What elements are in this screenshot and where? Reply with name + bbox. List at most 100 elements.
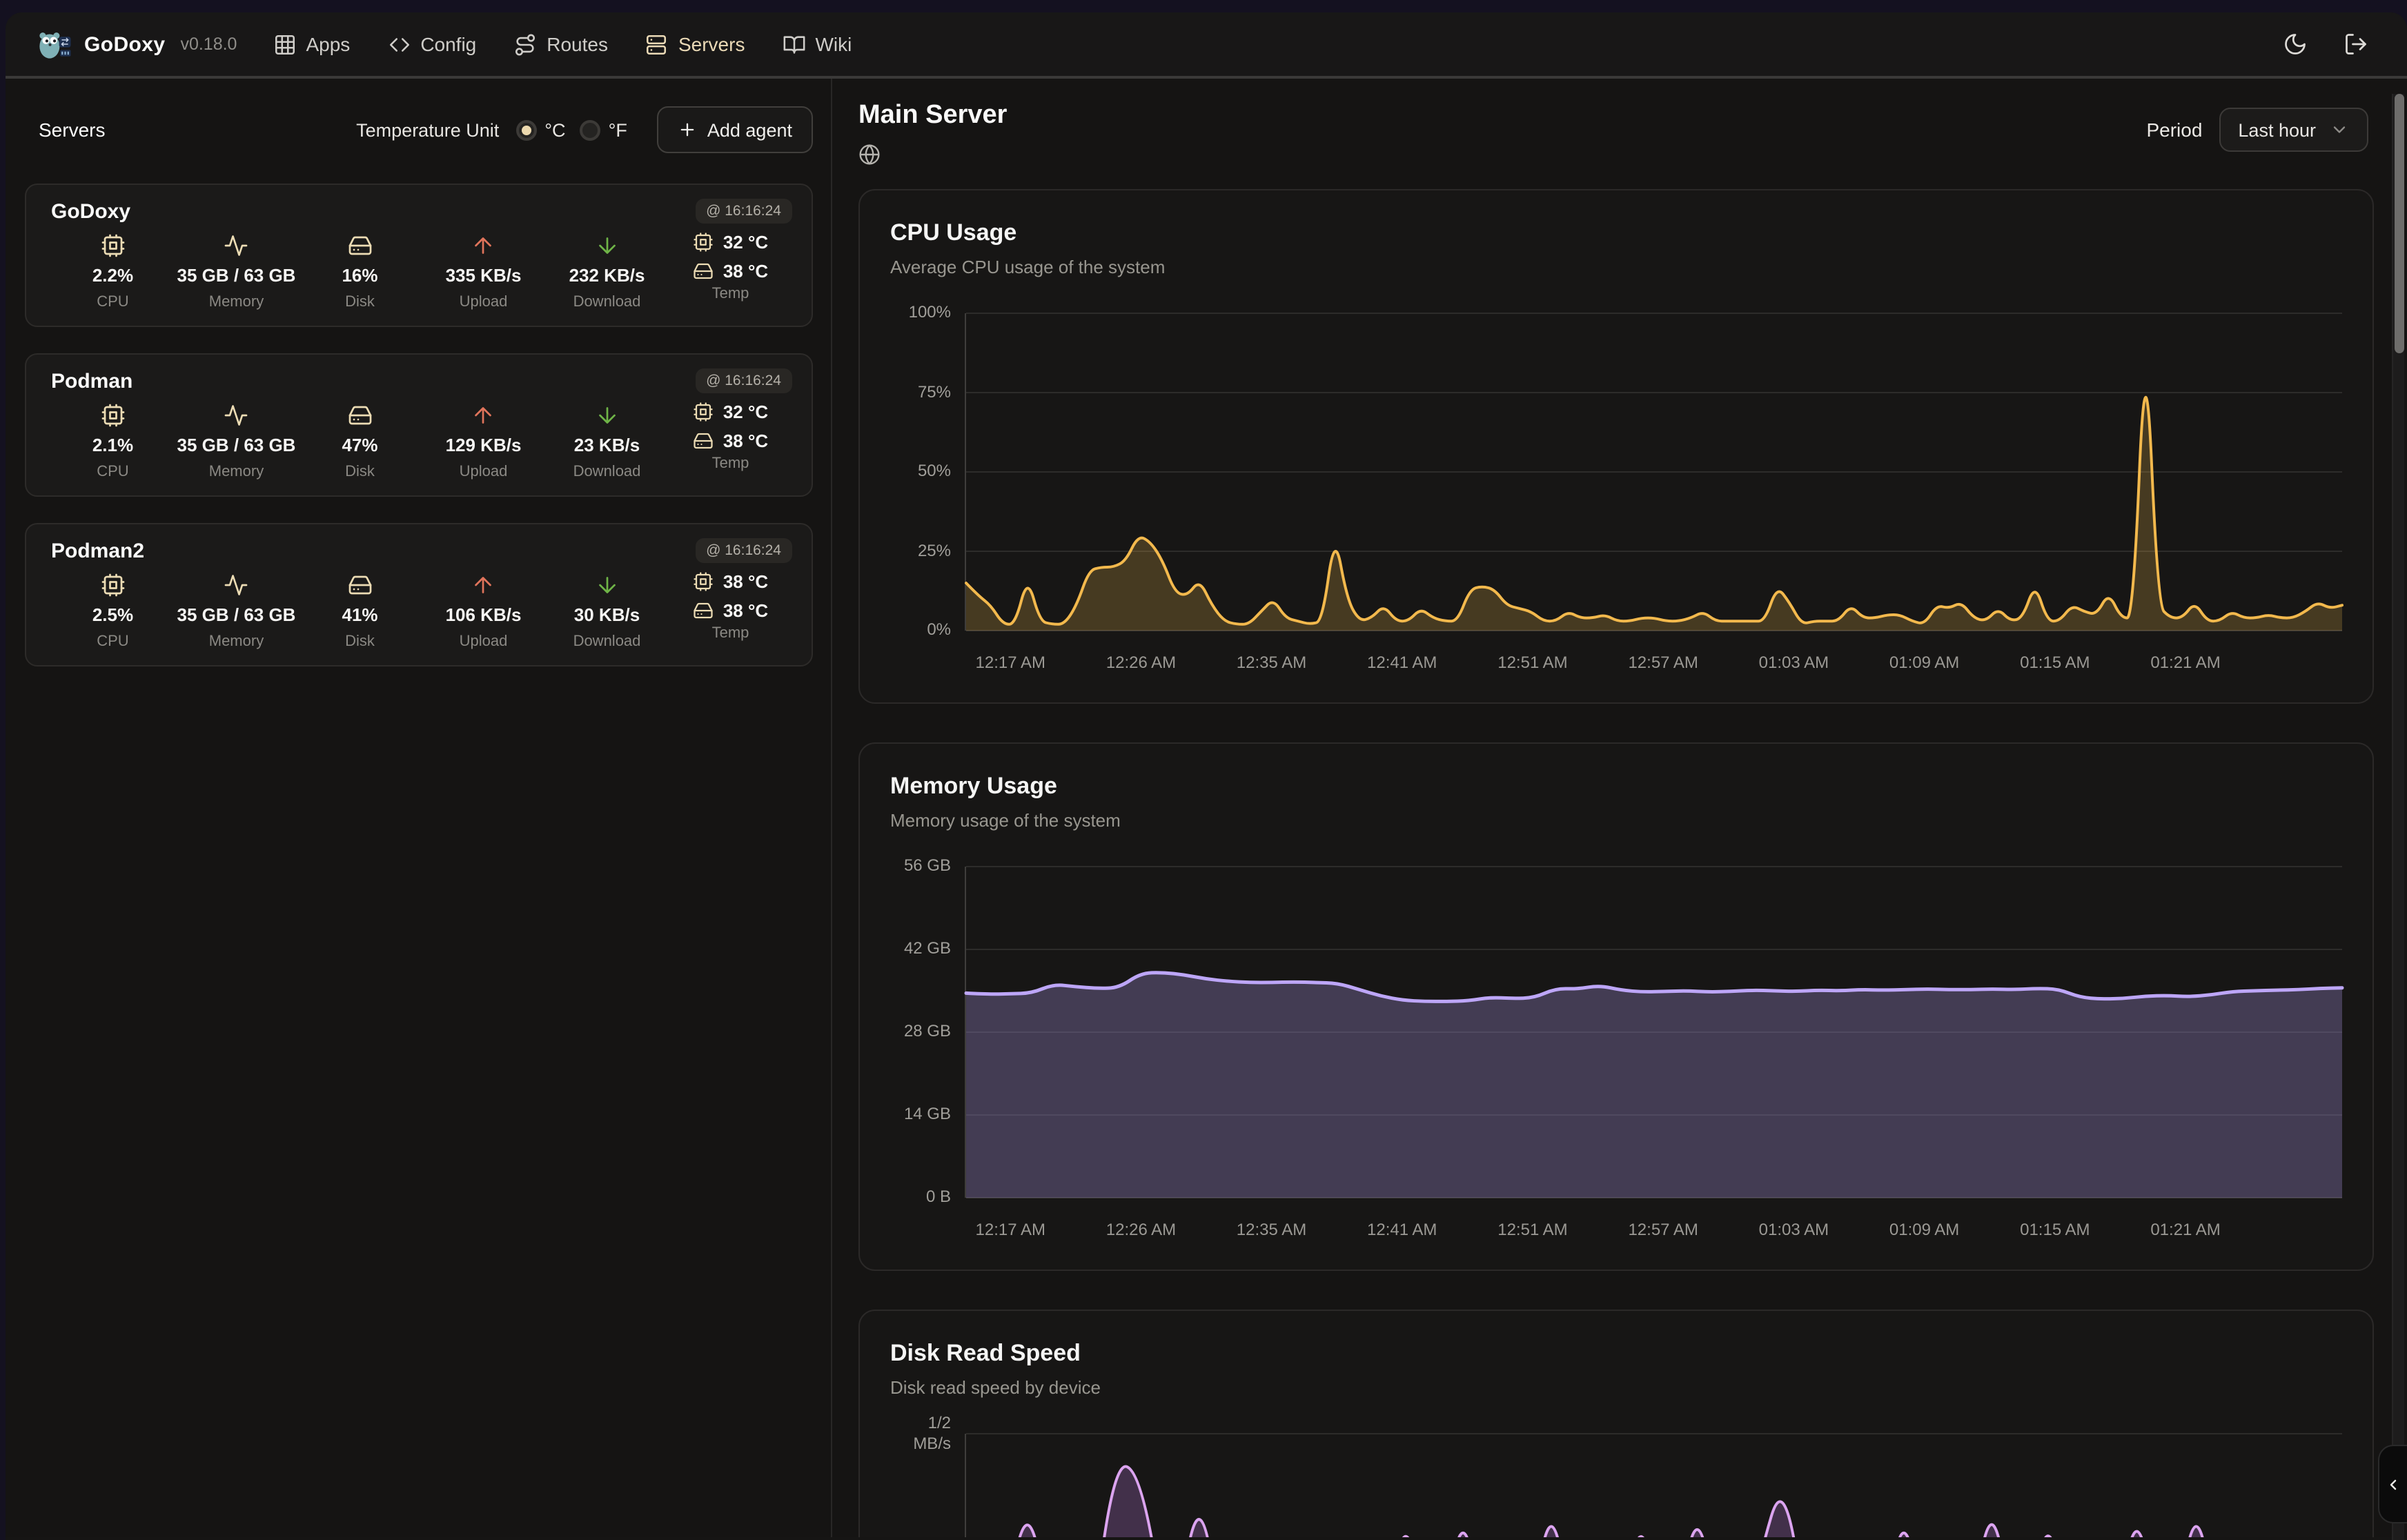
memory-usage-plot[interactable] [965,867,2342,1198]
stat-download: 232 KB/sDownload [545,232,669,310]
server-timestamp: @ 16:16:24 [695,538,792,563]
server-card-godoxy[interactable]: GoDoxy @ 16:16:24 2.2%CPU35 GB / 63 GBMemo… [25,184,813,327]
brand[interactable]: GoDoxy v0.18.0 [36,26,237,62]
x-axis-label: 12:17 AM [976,1220,1045,1239]
logout-button[interactable] [2344,32,2368,57]
server-card-podman[interactable]: Podman@ 16:16:242.1%CPU35 GB / 63 GBMemo… [25,353,813,497]
cpu-usage-plot[interactable] [965,313,2342,631]
chart-title: Memory Usage [890,773,2342,800]
x-axis-label: 12:57 AM [1628,653,1698,672]
server-card-list: GoDoxy@ 16:16:242.2%CPU35 GB / 63 GBMemo… [6,153,831,667]
radio-celsius[interactable]: °C [515,119,565,140]
stat-download: 30 KB/sDownload [545,571,669,650]
period-select[interactable]: Last hour [2219,108,2368,152]
page: GoDoxy v0.18.0 Apps Config Routes Servers Wi… [0,0,2407,1540]
y-axis-label: 1/2 MB/s [913,1413,951,1454]
cpu-icon [693,402,714,422]
x-axis-label: 12:26 AM [1106,653,1176,672]
hard-drive-icon [693,600,714,621]
main-panel: Main Server Period Last hour CPU UsageAv… [832,79,2407,1537]
x-axis-label: 01:09 AM [1889,1220,1959,1239]
server-timestamp: @ 16:16:24 [695,199,792,224]
code-icon [387,32,411,56]
chart-subtitle: Average CPU usage of the system [890,257,2342,277]
stat-memory: 35 GB / 63 GBMemory [175,402,298,480]
y-axis-label: 0 B [926,1187,951,1207]
server-name: GoDoxy [51,199,130,223]
period-group: Period Last hour [2146,108,2368,152]
activity-icon [224,233,249,257]
hard-drive-icon [348,572,373,597]
x-axis-label: 12:35 AM [1237,1220,1306,1239]
stat-upload: 106 KB/sUpload [422,571,545,650]
x-axis-label: 12:35 AM [1237,653,1306,672]
stat-download: 23 KB/sDownload [545,402,669,480]
x-axis-label: 12:51 AM [1497,1220,1567,1239]
radio-fahrenheit[interactable]: °F [580,119,627,140]
temperature-unit-group: Temperature Unit °C °F Add agent [356,106,813,153]
y-axis-label: 25% [918,541,951,562]
server-card-podman2[interactable]: Podman2@ 16:16:242.5%CPU35 GB / 63 GBMem… [25,523,813,667]
chart-title: CPU Usage [890,219,2342,247]
stat-memory: 35 GB / 63 GBMemory [175,571,298,650]
add-agent-button[interactable]: Add agent [658,106,813,153]
arrow-down-icon [595,402,620,427]
y-axis-label: 100% [909,302,951,323]
sidebar-title: Servers [39,119,105,141]
nav-item-routes[interactable]: Routes [513,32,608,56]
logout-icon [2344,32,2368,57]
route-icon [513,32,537,56]
content: Servers Temperature Unit °C °F [6,79,2407,1537]
x-axis-label: 01:15 AM [2020,653,2090,672]
theme-toggle-button[interactable] [2283,32,2308,57]
cpu-icon [101,233,126,257]
x-axis-label: 01:21 AM [2150,1220,2220,1239]
hard-drive-icon [693,261,714,282]
chevron-left-icon [2385,1476,2401,1492]
x-axis-label: 12:17 AM [976,653,1045,672]
x-axis-label: 12:26 AM [1106,1220,1176,1239]
sidebar-collapse-handle[interactable] [2378,1445,2407,1523]
cpu-icon [101,572,126,597]
nav-item-servers[interactable]: Servers [645,32,745,56]
cpu-icon [693,571,714,592]
stat-temp: 32 °C38 °CTemp [669,232,792,310]
y-axis-label: 50% [918,461,951,482]
chevron-down-icon [2330,120,2349,139]
stat-disk: 16%Disk [298,232,422,310]
nav-items: Apps Config Routes Servers Wiki [273,32,852,56]
y-axis-label: 75% [918,382,951,403]
nav-item-config[interactable]: Config [387,32,476,56]
server-name: Podman [51,369,132,393]
x-axis-label: 01:03 AM [1759,653,1829,672]
stat-upload: 335 KB/sUpload [422,232,545,310]
scrollbar-thumb[interactable] [2395,94,2404,353]
radio-fahrenheit-circle[interactable] [580,119,600,140]
stat-cpu: 2.5%CPU [51,571,175,650]
stat-cpu: 2.1%CPU [51,402,175,480]
chart-title: Disk Read Speed [890,1340,2342,1368]
disk-read-speed-plot[interactable] [965,1434,2342,1537]
nav-item-apps[interactable]: Apps [273,32,350,56]
stat-temp: 32 °C38 °CTemp [669,402,792,480]
servers-sidebar: Servers Temperature Unit °C °F [6,79,832,1537]
server-icon [645,32,669,56]
nav-item-wiki[interactable]: Wiki [782,32,852,56]
cpu-usage-card: CPU Usage Average CPU usage of the system… [858,189,2374,704]
globe-icon[interactable] [858,144,881,166]
chart-subtitle: Memory usage of the system [890,810,2342,831]
period-value: Last hour [2238,119,2316,140]
book-open-icon [782,32,805,56]
arrow-up-icon [471,233,496,257]
x-axis-label: 12:51 AM [1497,653,1567,672]
stat-cpu: 2.2%CPU [51,232,175,310]
y-axis-label: 0% [927,620,951,640]
hard-drive-icon [348,233,373,257]
chart-subtitle: Disk read speed by device [890,1377,2342,1398]
stat-memory: 35 GB / 63 GBMemory [175,232,298,310]
scrollbar-track[interactable] [2392,94,2404,1540]
x-axis-label: 01:09 AM [1889,653,1959,672]
sidebar-header: Servers Temperature Unit °C °F [6,79,831,153]
navbar: GoDoxy v0.18.0 Apps Config Routes Servers Wi… [6,12,2407,79]
radio-celsius-circle[interactable] [515,119,536,140]
